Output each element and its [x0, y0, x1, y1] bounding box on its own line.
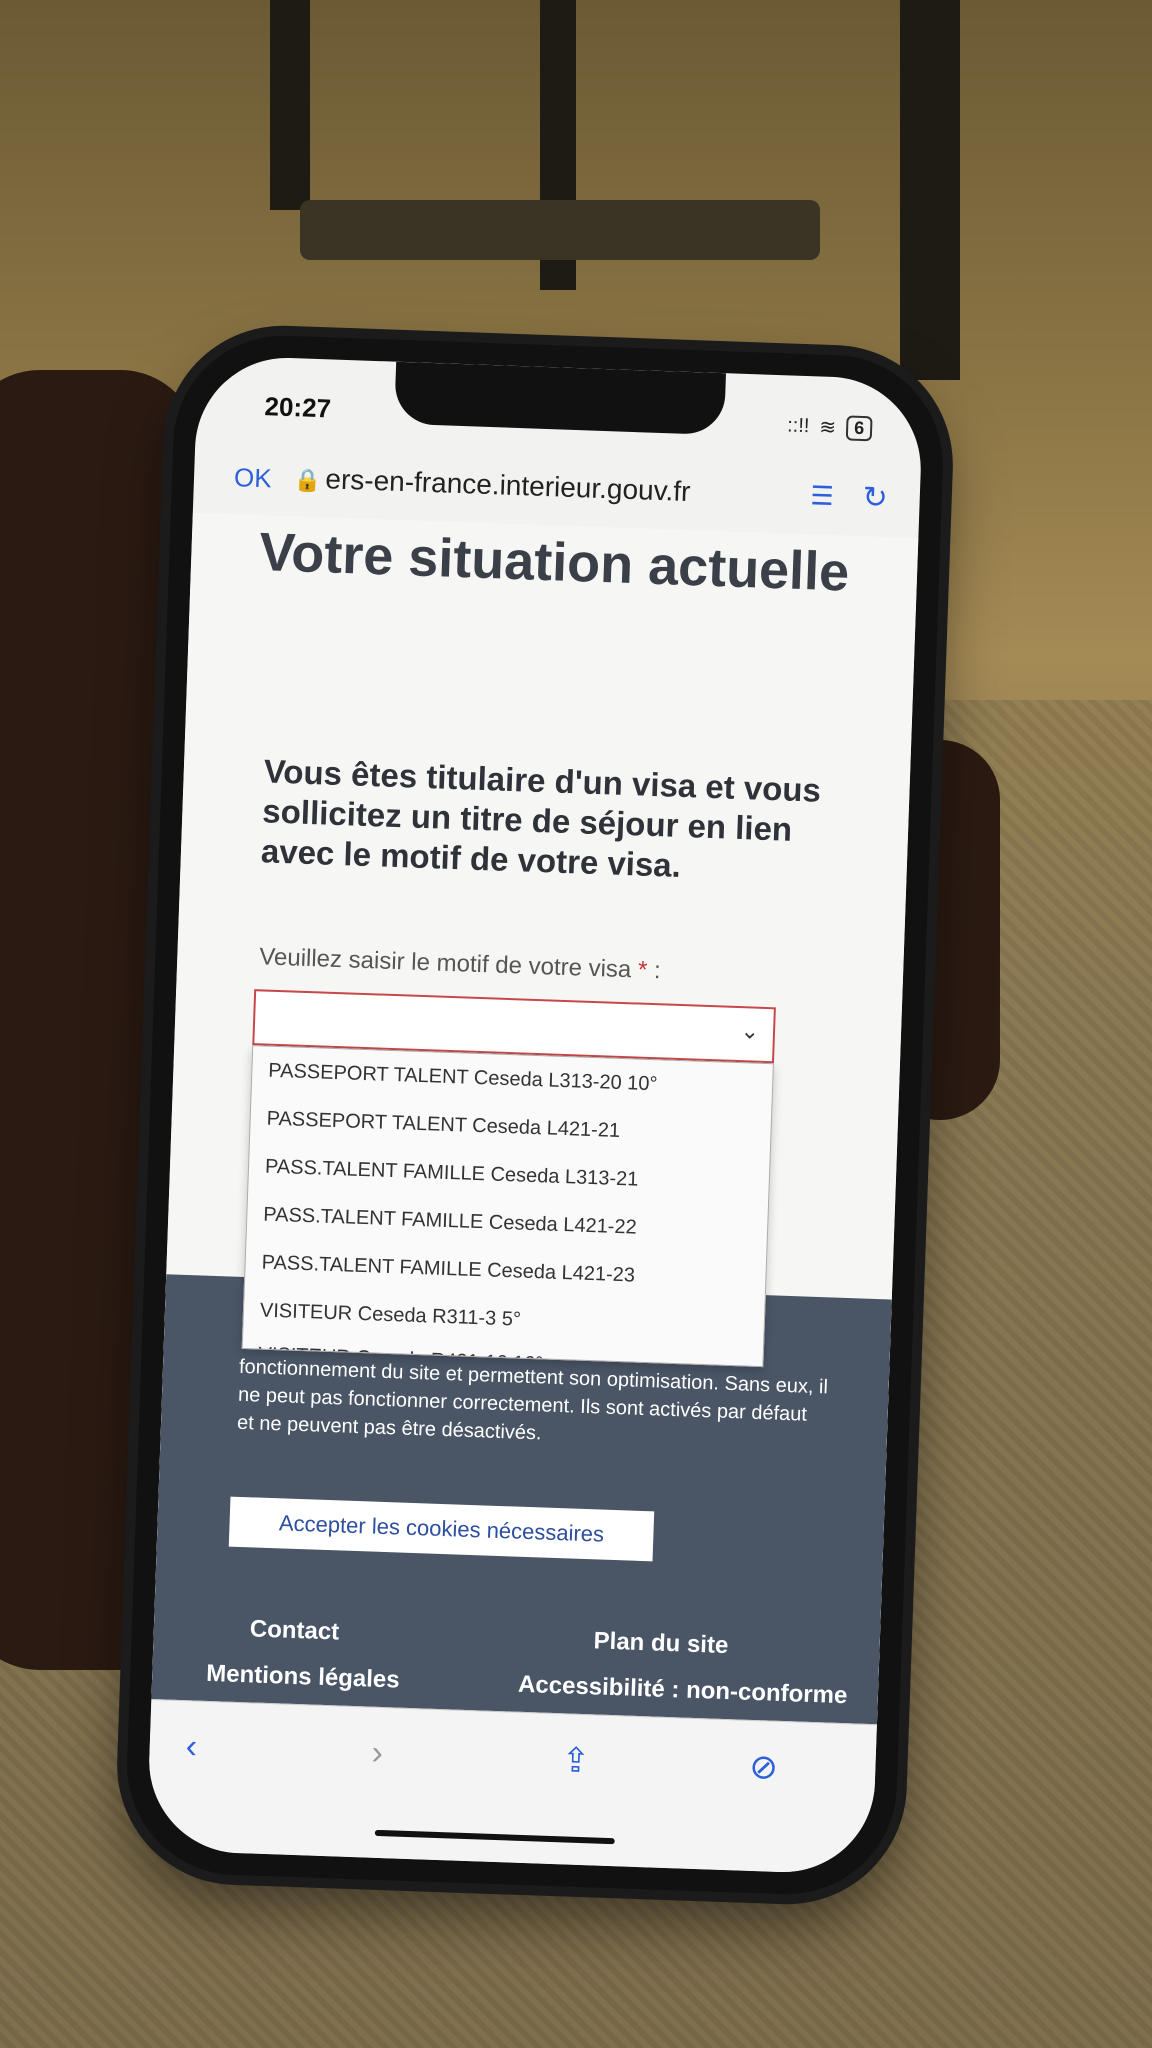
phone-screen: 20:27 ::!! ≋ 6 OK 🔒 ers-en-france.interie…	[146, 354, 924, 1876]
back-button[interactable]: ‹	[185, 1727, 198, 1766]
chevron-down-icon: ⌄	[740, 1018, 760, 1044]
reload-icon[interactable]: ↻	[862, 480, 888, 516]
web-page: Votre situation actuelle Vous êtes titul…	[151, 512, 919, 1726]
page-subtitle: Vous êtes titulaire d'un visa et vous so…	[260, 752, 822, 884]
status-time: 20:27	[264, 391, 332, 424]
signal-icon: ::!!	[786, 414, 810, 438]
url-field[interactable]: 🔒 ers-en-france.interieur.gouv.fr	[294, 462, 691, 508]
background-chair	[300, 200, 820, 260]
wifi-icon: ≋	[819, 416, 837, 440]
browser-toolbar: ‹ › ⇪ ⊘	[146, 1698, 877, 1876]
forward-button[interactable]: ›	[371, 1734, 384, 1773]
background-table-leg	[900, 0, 960, 380]
compass-icon[interactable]: ⊘	[749, 1747, 779, 1788]
background-table-leg	[270, 0, 310, 210]
url-text: ers-en-france.interieur.gouv.fr	[324, 463, 692, 508]
home-indicator	[374, 1829, 615, 1845]
field-label-text: Veuillez saisir le motif de votre visa	[258, 943, 632, 984]
status-icons: ::!! ≋ 6	[786, 413, 873, 442]
done-button[interactable]: OK	[234, 462, 273, 494]
lock-icon: 🔒	[293, 467, 322, 494]
reader-icon[interactable]: ☰	[810, 480, 834, 512]
phone: 20:27 ::!! ≋ 6 OK 🔒 ers-en-france.interie…	[123, 332, 947, 1898]
footer-link-contact[interactable]: Contact	[249, 1615, 339, 1646]
share-icon[interactable]: ⇪	[561, 1740, 591, 1781]
visa-reason-dropdown: PASSEPORT TALENT Ceseda L313-20 10° PASS…	[241, 1045, 774, 1368]
notch	[394, 361, 727, 436]
footer-link-sitemap[interactable]: Plan du site	[593, 1627, 729, 1660]
battery-icon: 6	[845, 415, 873, 442]
field-label-suffix: :	[646, 956, 662, 985]
visa-reason-label: Veuillez saisir le motif de votre visa *…	[259, 943, 661, 985]
